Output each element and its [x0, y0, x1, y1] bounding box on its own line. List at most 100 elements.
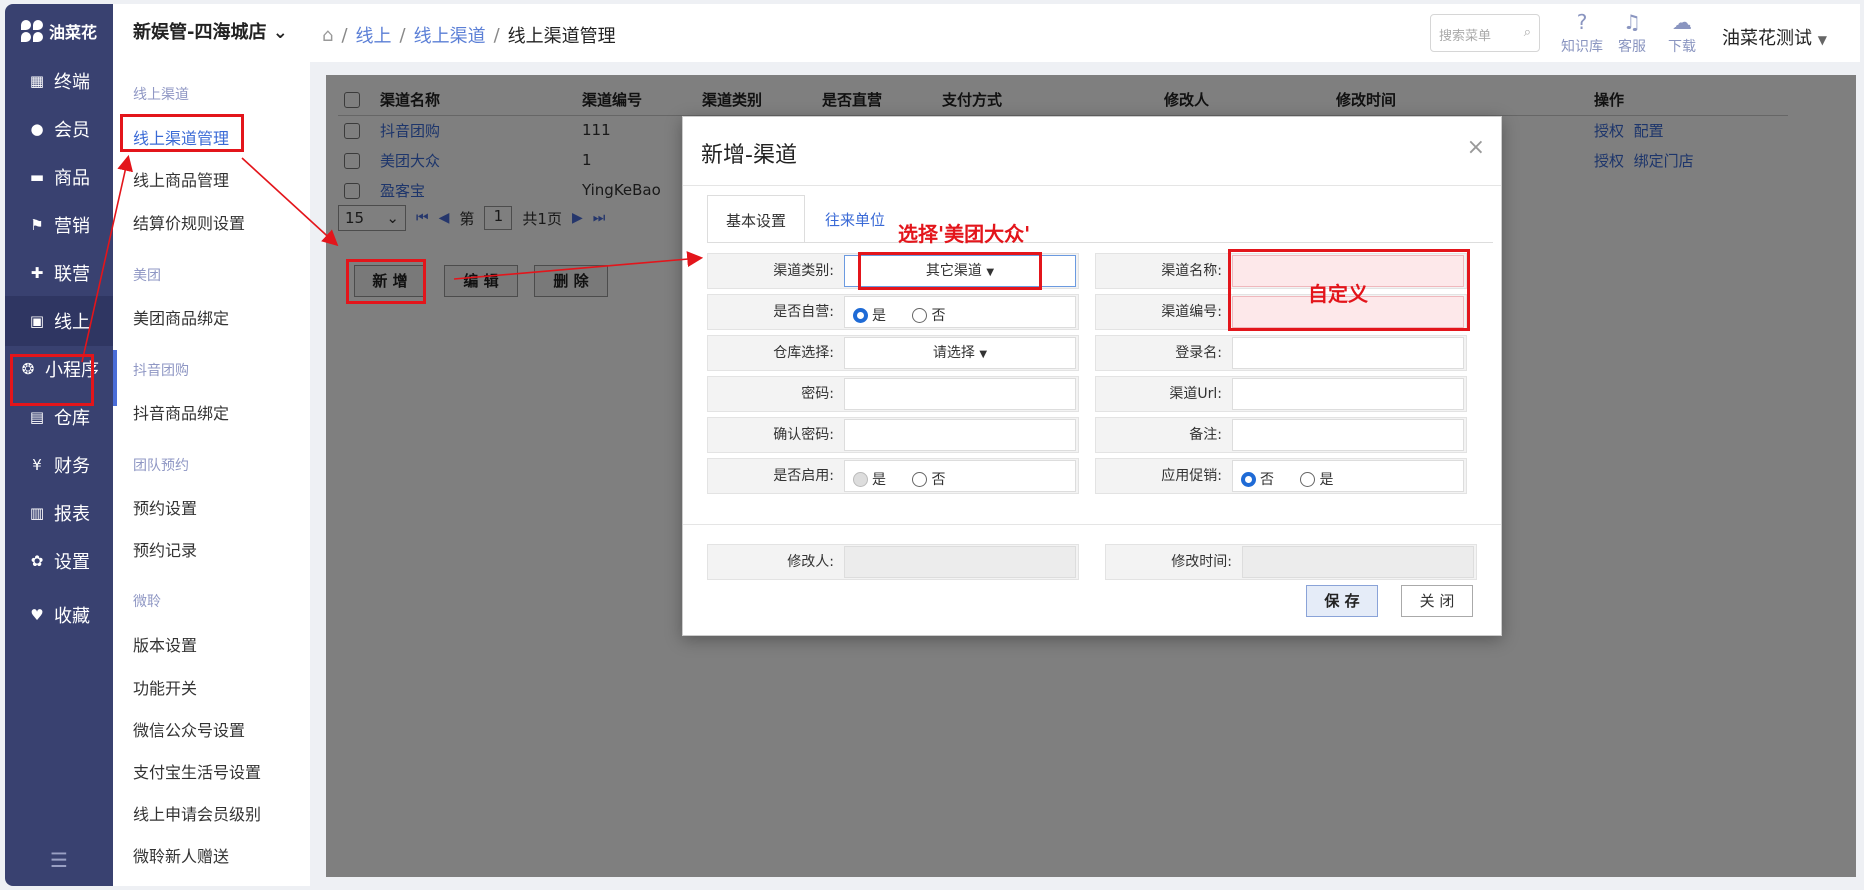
field-warehouse: 仓库选择: 请选择 ▼ [707, 335, 1079, 371]
close-icon[interactable]: × [1467, 135, 1485, 160]
field-login-name: 登录名: [1095, 335, 1467, 371]
annotation-custom-note: 自定义 [1308, 282, 1368, 306]
remark-input[interactable] [1232, 419, 1464, 451]
nav-item-report[interactable]: ▥ 报表 [5, 488, 113, 538]
field-modifier: 修改人: [707, 544, 1079, 580]
user-menu[interactable]: 油菜花测试 ▼ [1722, 24, 1827, 50]
nav-label: 仓库 [54, 408, 90, 429]
sub-item-meituan-bind[interactable]: 美团商品绑定 [133, 305, 229, 329]
knowledge-base-button[interactable]: ? 知识库 [1558, 10, 1606, 56]
channel-url-input[interactable] [1232, 378, 1464, 410]
divider [683, 524, 1501, 525]
warehouse-select[interactable]: 请选择 ▼ [844, 337, 1076, 369]
group-title: 团队预约 [133, 458, 189, 474]
app-logo: 油菜花 [5, 4, 113, 58]
nav-item-union[interactable]: ✚ 联营 [5, 248, 113, 298]
terminal-icon: ▦ [29, 72, 45, 90]
caret-down-icon: ▼ [979, 349, 988, 360]
breadcrumb-online[interactable]: 线上 [356, 22, 392, 48]
online-icon: ▣ [29, 312, 45, 330]
home-icon[interactable]: ⌂ [322, 25, 333, 46]
radio-no[interactable] [912, 471, 928, 487]
nav-label: 线上 [54, 312, 90, 333]
nav-item-member[interactable]: ● 会员 [5, 104, 113, 154]
tab-partners[interactable]: 往来单位 [807, 195, 903, 243]
group-title: 抖音团购 [133, 363, 189, 379]
nav-item-settings[interactable]: ✿ 设置 [5, 536, 113, 586]
menu-collapse-icon[interactable]: ☰ [5, 848, 113, 872]
topicon-label: 知识库 [1561, 39, 1603, 55]
radio-label: 否 [931, 308, 946, 324]
cloud-download-icon: ☁ [1672, 10, 1692, 34]
annotation-box-channel-type [858, 252, 1042, 290]
radio-no[interactable] [1241, 471, 1256, 487]
save-button[interactable]: 保 存 [1306, 585, 1378, 617]
nav-label: 收藏 [54, 606, 90, 627]
nav-item-online[interactable]: ▣ 线上 [5, 296, 113, 346]
divider [707, 242, 1493, 243]
field-label: 应用促销: [1161, 468, 1222, 484]
radio-yes[interactable] [853, 307, 868, 323]
dialog-title: 新增-渠道 [701, 143, 797, 168]
sub-item-alipay[interactable]: 支付宝生活号设置 [133, 759, 261, 783]
sub-item-version[interactable]: 版本设置 [133, 632, 197, 656]
promotion-radio-group: 否 是 [1232, 460, 1464, 492]
nav-label: 报表 [54, 504, 90, 525]
download-button[interactable]: ☁ 下载 [1658, 10, 1706, 56]
field-modified-time: 修改时间: [1105, 544, 1477, 580]
sub-item-newcomer-gift[interactable]: 微聆新人赠送 [133, 843, 229, 867]
nav-label: 联营 [54, 264, 90, 285]
self-run-radio-group: 是 否 [844, 296, 1076, 328]
goods-icon: ▬ [29, 168, 45, 186]
field-label: 登录名: [1175, 345, 1222, 361]
sub-item-booking-settings[interactable]: 预约设置 [133, 495, 197, 519]
add-channel-dialog: 新增-渠道 × 基本设置 往来单位 渠道类别: 其它渠道 ▼ 是否自营: 是 否… [682, 116, 1502, 636]
breadcrumb: ⌂ / 线上 / 线上渠道 / 线上渠道管理 [322, 22, 616, 48]
radio-no[interactable] [912, 307, 928, 323]
nav-item-goods[interactable]: ▬ 商品 [5, 152, 113, 202]
sub-item-member-level[interactable]: 线上申请会员级别 [133, 801, 261, 825]
breadcrumb-channel[interactable]: 线上渠道 [414, 22, 486, 48]
radio-label: 是 [872, 308, 886, 324]
field-label: 备注: [1189, 427, 1222, 443]
search-placeholder: 搜索菜单 [1439, 29, 1492, 44]
select-value: 请选择 [932, 345, 975, 361]
field-label: 渠道名称: [1161, 263, 1222, 279]
nav-item-terminal[interactable]: ▦ 终端 [5, 56, 113, 106]
annotation-box-channel-manage [120, 114, 244, 152]
radio-label: 是 [1319, 472, 1334, 488]
confirm-password-input[interactable] [844, 419, 1076, 451]
sub-item-douyin-bind[interactable]: 抖音商品绑定 [133, 400, 229, 424]
field-label: 仓库选择: [773, 345, 834, 361]
close-button[interactable]: 关 闭 [1401, 585, 1473, 617]
topicon-label: 客服 [1618, 39, 1646, 55]
field-channel-url: 渠道Url: [1095, 376, 1467, 412]
logo-icon [20, 20, 43, 42]
member-icon: ● [30, 120, 44, 138]
store-selector[interactable]: 新娱管-四海城店 ⌄ [133, 18, 288, 44]
store-name: 新娱管-四海城店 [133, 22, 267, 43]
customer-service-button[interactable]: ♫ 客服 [1608, 10, 1656, 56]
help-icon: ? [1576, 10, 1588, 34]
sub-item-feature-switch[interactable]: 功能开关 [133, 675, 197, 699]
radio-yes [853, 471, 868, 487]
field-label: 是否自营: [773, 304, 834, 320]
radio-yes[interactable] [1300, 471, 1316, 487]
sub-item-booking-records[interactable]: 预约记录 [133, 537, 197, 561]
annotation-box-add [346, 259, 426, 304]
nav-item-favorite[interactable]: ♥ 收藏 [5, 590, 113, 640]
field-confirm-password: 确认密码: [707, 417, 1079, 453]
search-menu-input[interactable]: 搜索菜单 ⌕ [1430, 14, 1540, 52]
nav-item-marketing[interactable]: ⚑ 营销 [5, 200, 113, 250]
field-password: 密码: [707, 376, 1079, 412]
active-indicator [113, 350, 117, 406]
sub-item-goods-manage[interactable]: 线上商品管理 [133, 167, 229, 191]
nav-label: 终端 [54, 72, 90, 93]
password-input[interactable] [844, 378, 1076, 410]
nav-item-finance[interactable]: ¥ 财务 [5, 440, 113, 490]
sub-item-wechat-official[interactable]: 微信公众号设置 [133, 717, 245, 741]
login-name-input[interactable] [1232, 337, 1464, 369]
sub-item-settle-rule[interactable]: 结算价规则设置 [133, 210, 245, 234]
tab-basic-settings[interactable]: 基本设置 [707, 195, 806, 243]
union-icon: ✚ [30, 264, 44, 282]
